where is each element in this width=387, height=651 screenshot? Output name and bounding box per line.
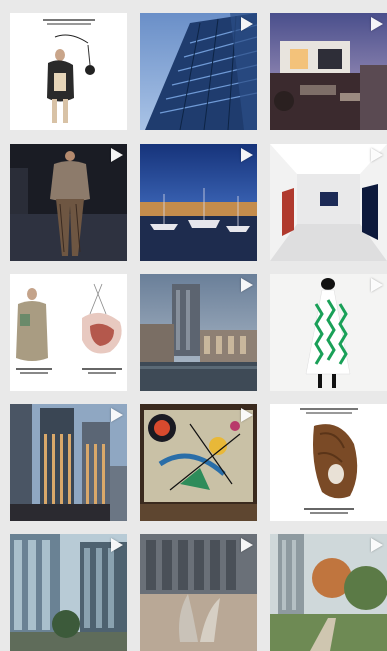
reel-play-icon xyxy=(111,408,123,422)
glass-tower-image xyxy=(140,13,257,130)
grid-tile-brown-sculpture[interactable] xyxy=(270,404,387,521)
grid-tile-garden-tower[interactable] xyxy=(270,534,387,651)
plaza-sculpture-image xyxy=(140,534,257,651)
reel-play-icon xyxy=(111,538,123,552)
green-dress-image xyxy=(270,274,387,391)
reel-play-icon xyxy=(371,148,383,162)
reel-play-icon xyxy=(241,408,253,422)
abstract-painting-image xyxy=(140,404,257,521)
grid-tile-gallery-white[interactable] xyxy=(270,144,387,261)
reel-play-icon xyxy=(371,278,383,292)
grid-tile-fashion-figure[interactable] xyxy=(10,13,127,130)
reel-play-icon xyxy=(241,538,253,552)
garment-pair-image xyxy=(10,274,127,391)
grid-tile-plaza-sculpture[interactable] xyxy=(140,534,257,651)
media-grid xyxy=(0,0,387,651)
towers-dusk-image xyxy=(10,404,127,521)
grid-tile-house-dusk[interactable] xyxy=(270,13,387,130)
reel-play-icon xyxy=(371,538,383,552)
reel-play-icon xyxy=(241,278,253,292)
reel-play-icon xyxy=(111,148,123,162)
fashion-figure-image xyxy=(10,13,127,130)
gallery-white-image xyxy=(270,144,387,261)
grid-tile-towers-dusk[interactable] xyxy=(10,404,127,521)
grid-tile-glass-street[interactable] xyxy=(10,534,127,651)
garden-tower-image xyxy=(270,534,387,651)
house-dusk-image xyxy=(270,13,387,130)
grid-tile-garment-pair[interactable] xyxy=(10,274,127,391)
runway-image xyxy=(10,144,127,261)
grid-tile-marina-night[interactable] xyxy=(140,144,257,261)
grid-tile-glass-tower[interactable] xyxy=(140,13,257,130)
grid-tile-city-river[interactable] xyxy=(140,274,257,391)
reel-play-icon xyxy=(371,17,383,31)
marina-night-image xyxy=(140,144,257,261)
reel-play-icon xyxy=(241,148,253,162)
glass-street-image xyxy=(10,534,127,651)
grid-tile-abstract-painting[interactable] xyxy=(140,404,257,521)
reel-play-icon xyxy=(241,17,253,31)
city-river-image xyxy=(140,274,257,391)
grid-tile-green-dress[interactable] xyxy=(270,274,387,391)
brown-sculpture-image xyxy=(270,404,387,521)
grid-tile-runway[interactable] xyxy=(10,144,127,261)
